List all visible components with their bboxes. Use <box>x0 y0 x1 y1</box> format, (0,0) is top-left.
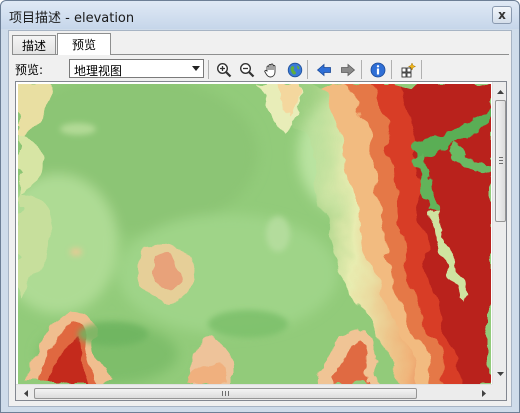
full-extent-button[interactable] <box>285 60 304 79</box>
chevron-down-icon[interactable] <box>192 66 200 71</box>
scroll-left-button[interactable] <box>18 385 33 400</box>
scroll-up-button[interactable] <box>493 84 506 99</box>
toolbar-separator <box>421 60 422 79</box>
toolbar-separator <box>208 60 209 79</box>
close-button[interactable]: x <box>492 6 512 24</box>
preview-mode-select[interactable]: 地理视图 <box>69 59 204 78</box>
toolbar-separator <box>307 60 308 79</box>
horizontal-scroll-thumb[interactable] <box>34 388 417 399</box>
toolbar-separator <box>361 60 362 79</box>
generate-thumbnail-button[interactable] <box>398 60 417 79</box>
zoom-in-button[interactable] <box>214 60 233 79</box>
chevron-down-icon <box>497 371 504 376</box>
preview-label: 预览: <box>15 63 44 77</box>
grip-icon <box>222 391 229 396</box>
tab-preview[interactable]: 预览 <box>57 33 111 55</box>
window: 项目描述 - elevation x 描述 预览 预览: 地理视图 <box>0 0 520 413</box>
forward-arrow-icon <box>340 63 355 76</box>
zoom-out-icon <box>239 62 254 77</box>
tab-description[interactable]: 描述 <box>12 35 56 54</box>
dialog-client: 描述 预览 预览: 地理视图 <box>8 30 512 407</box>
pan-hand-icon <box>263 63 275 77</box>
grip-icon <box>499 157 503 164</box>
scroll-right-button[interactable] <box>476 385 491 400</box>
identify-info-icon <box>370 62 385 77</box>
generate-thumbnail-icon <box>401 61 416 77</box>
scrollbar-corner <box>492 384 506 400</box>
elevation-raster <box>18 84 491 384</box>
elevation-map[interactable] <box>18 84 491 384</box>
chevron-right-icon <box>481 389 486 397</box>
preview-mode-value: 地理视图 <box>74 64 123 78</box>
map-preview-panel <box>15 81 507 401</box>
chevron-left-icon <box>23 389 28 397</box>
forward-button[interactable] <box>338 60 357 79</box>
toolbar-separator <box>391 60 392 79</box>
pan-button[interactable] <box>261 60 280 79</box>
vertical-scrollbar[interactable] <box>492 82 506 384</box>
vertical-scroll-thumb[interactable] <box>495 100 506 222</box>
identify-button[interactable] <box>368 60 387 79</box>
zoom-in-icon <box>216 62 231 77</box>
preview-toolbar: 预览: 地理视图 <box>9 56 511 82</box>
back-arrow-icon <box>316 63 331 76</box>
title-bar[interactable]: 项目描述 - elevation x <box>1 1 519 29</box>
horizontal-scrollbar[interactable] <box>16 384 492 400</box>
window-title: 项目描述 - elevation <box>9 11 135 26</box>
full-extent-globe-icon <box>287 62 302 77</box>
back-button[interactable] <box>314 60 333 79</box>
chevron-up-icon <box>497 89 504 94</box>
zoom-out-button[interactable] <box>237 60 256 79</box>
scroll-down-button[interactable] <box>493 366 506 381</box>
close-icon: x <box>498 8 506 22</box>
